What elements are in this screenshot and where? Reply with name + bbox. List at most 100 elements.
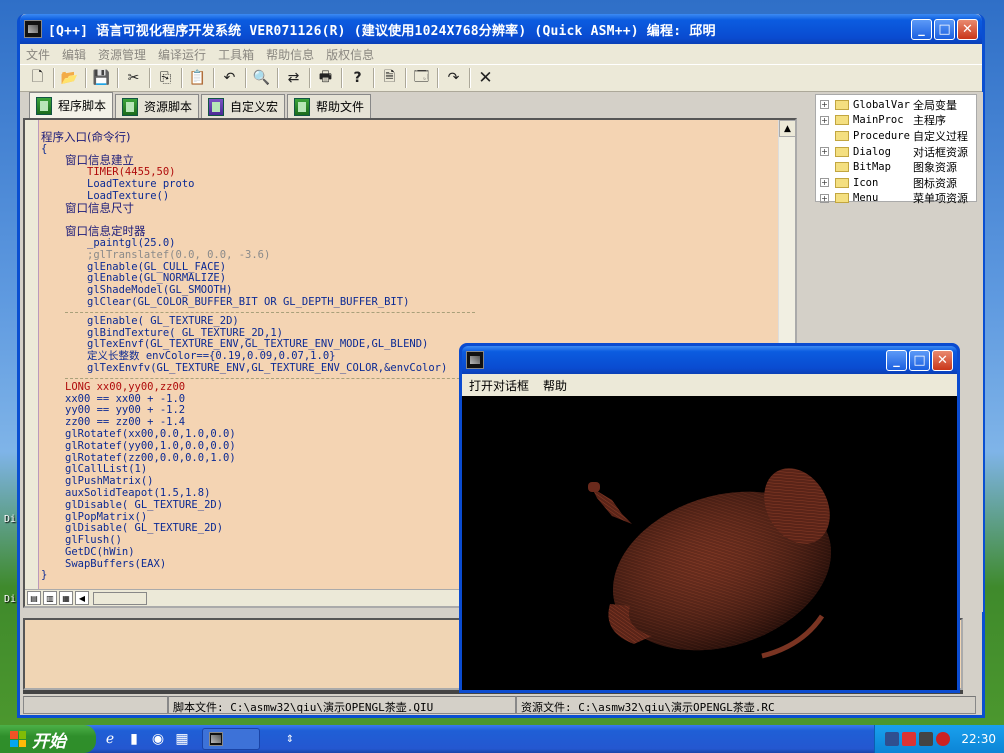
expand-icon[interactable]: + (820, 147, 829, 157)
menu-copyright[interactable]: 版权信息 (326, 46, 374, 63)
scroll-left-icon[interactable]: ◀ (75, 591, 89, 605)
paste-icon[interactable]: 📋 (186, 67, 209, 89)
taskbar: 开始 ℯ ▮ ◉ ▦ ⇕ 22:30 (0, 725, 1004, 753)
opengl-canvas[interactable] (462, 396, 957, 690)
gl-title-bar[interactable]: _ □ ✕ (462, 346, 957, 374)
menu-resources[interactable]: 资源管理 (98, 46, 146, 63)
tab-script[interactable]: 程序脚本 (29, 92, 114, 118)
menu-bar: 文件 编辑 资源管理 编译运行 工具箱 帮助信息 版权信息 (20, 44, 982, 64)
scroll-thumb[interactable] (93, 591, 147, 605)
tree-item-procedure[interactable]: Procedure 自定义过程 (816, 128, 976, 144)
status-bar: 脚本文件: C:\asmw32\qiu\演示OPENGL茶壶.QIU 资源文件:… (23, 696, 981, 716)
folder-icon (835, 130, 849, 141)
tray-volume-icon[interactable] (902, 732, 917, 746)
folder-icon (835, 162, 849, 173)
desktop-icon-label[interactable]: Di (4, 514, 16, 525)
save-icon[interactable]: 💾 (90, 67, 113, 89)
preview-icon[interactable]: 🗎 (378, 67, 401, 89)
app-quicklaunch-icon[interactable]: ▦ (172, 729, 192, 749)
tree-item-bitmap[interactable]: BitMap 图象资源 (816, 159, 976, 175)
expand-icon[interactable]: + (820, 178, 829, 188)
properties-icon[interactable]: 🗔 (410, 67, 433, 89)
gl-maximize-button[interactable]: □ (909, 349, 930, 371)
code-line: LONG xx00,yy00,zz00 (65, 380, 186, 393)
replace-icon[interactable]: ⇄ (282, 67, 305, 89)
close-button[interactable]: ✕ (957, 18, 978, 40)
help-file-icon (294, 97, 311, 116)
tree-item-menu[interactable]: + Menu 菜单项资源 (816, 191, 976, 207)
menu-compile-run[interactable]: 编译运行 (158, 46, 206, 63)
menu-gl-help[interactable]: 帮助 (543, 377, 567, 394)
expand-icon[interactable]: + (820, 115, 829, 125)
menu-file[interactable]: 文件 (26, 46, 50, 63)
code-line: glRotatef(xx00,0.0,1.0,0.0) (65, 427, 236, 440)
view-mode-icon[interactable]: ▥ (43, 591, 57, 605)
cut-icon[interactable]: ✂ (122, 67, 145, 89)
view-mode-icon[interactable]: ▦ (59, 591, 73, 605)
scroll-up-icon[interactable]: ▲ (779, 120, 795, 137)
open-folder-icon[interactable]: 📂 (58, 67, 81, 89)
gl-menu-bar: 打开对话框 帮助 (462, 374, 957, 396)
taskbar-item-app[interactable] (202, 728, 260, 750)
menu-open-dialog[interactable]: 打开对话框 (469, 377, 529, 394)
menu-help[interactable]: 帮助信息 (266, 46, 314, 63)
script-icon (36, 96, 52, 115)
tab-label: 自定义宏 (230, 100, 279, 114)
code-line: ;glTranslatef(0.0, 0.0, -3.6) (87, 248, 271, 261)
tab-label: 帮助文件 (316, 100, 365, 114)
tab-label: 程序脚本 (58, 99, 107, 113)
expand-icon[interactable]: + (820, 193, 829, 203)
taskbar-scroll-icon[interactable]: ⇕ (280, 729, 300, 749)
menu-toolbox[interactable]: 工具箱 (218, 46, 254, 63)
browser-icon[interactable]: ℯ (100, 729, 120, 749)
start-label: 开始 (32, 731, 66, 752)
minimize-button[interactable]: _ (911, 18, 932, 40)
find-icon[interactable]: 🔍 (250, 67, 273, 89)
start-button[interactable]: 开始 (0, 725, 96, 753)
context-help-icon[interactable]: ? (346, 67, 369, 89)
window-title: [Q++] 语言可视化程序开发系统 VER071126(R) (建议使用1024… (48, 23, 716, 39)
tray-network-icon[interactable] (885, 732, 900, 746)
undo-icon[interactable]: ↶ (218, 67, 241, 89)
tree-item-icon[interactable]: + Icon 图标资源 (816, 175, 976, 191)
tab-label: 资源脚本 (144, 100, 193, 114)
tree-item-globalvar[interactable]: + GlobalVar 全局变量 (816, 97, 976, 113)
quick-launch-icon[interactable]: ▮ (124, 729, 144, 749)
tab-help-file[interactable]: 帮助文件 (287, 94, 372, 118)
redo-icon[interactable]: ↷ (442, 67, 465, 89)
code-line: glClear(GL_COLOR_BUFFER_BIT OR GL_DEPTH_… (87, 295, 410, 308)
macro-icon (208, 97, 225, 116)
app-icon[interactable] (24, 20, 42, 38)
editor-tabs: 程序脚本 资源脚本 自定义宏 帮助文件 (23, 92, 813, 118)
editor-gutter (25, 120, 39, 606)
new-file-icon[interactable]: 🗋 (26, 67, 49, 89)
maximize-button[interactable]: □ (934, 18, 955, 40)
print-icon[interactable]: 🖶 (314, 67, 337, 89)
menu-edit[interactable]: 编辑 (62, 46, 86, 63)
tab-macros[interactable]: 自定义宏 (201, 94, 286, 118)
status-resource-file: 资源文件: C:\asmw32\qiu\演示OPENGL茶壶.RC (516, 696, 976, 714)
toolbar: 🗋 📂 💾 ✂ ⎘ 📋 ↶ 🔍 ⇄ 🖶 ? 🗎 🗔 ↷ ✕ (20, 64, 982, 92)
resource-tree: + GlobalVar 全局变量 + MainProc 主程序 Procedure 自定义… (815, 94, 977, 205)
tray-shield-icon[interactable] (936, 732, 951, 746)
view-mode-icon[interactable]: ▤ (27, 591, 41, 605)
close-icon[interactable]: ✕ (474, 67, 497, 89)
media-icon[interactable]: ◉ (148, 729, 168, 749)
gl-app-icon[interactable] (466, 351, 484, 369)
gl-close-button[interactable]: ✕ (932, 349, 953, 371)
teapot-icon (588, 468, 832, 659)
tree-item-dialog[interactable]: + Dialog 对话框资源 (816, 144, 976, 160)
code-line: SwapBuffers(EAX) (65, 557, 167, 570)
tray-app-icon[interactable] (919, 732, 934, 746)
expand-icon[interactable]: + (820, 100, 829, 110)
desktop-icon-label[interactable]: Di (4, 594, 16, 605)
tree-item-mainproc[interactable]: + MainProc 主程序 (816, 113, 976, 129)
tab-resource-script[interactable]: 资源脚本 (115, 94, 200, 118)
title-bar[interactable]: [Q++] 语言可视化程序开发系统 VER071126(R) (建议使用1024… (20, 14, 982, 44)
code-line: glRotatef(yy00,1.0,0.0,0.0) (65, 439, 236, 452)
copy-icon[interactable]: ⎘ (154, 67, 177, 89)
folder-icon (835, 177, 849, 188)
gl-minimize-button[interactable]: _ (886, 349, 907, 371)
code-line: glTexEnvfv(GL_TEXTURE_ENV,GL_TEXTURE_ENV… (87, 361, 448, 374)
folder-icon (835, 115, 849, 126)
